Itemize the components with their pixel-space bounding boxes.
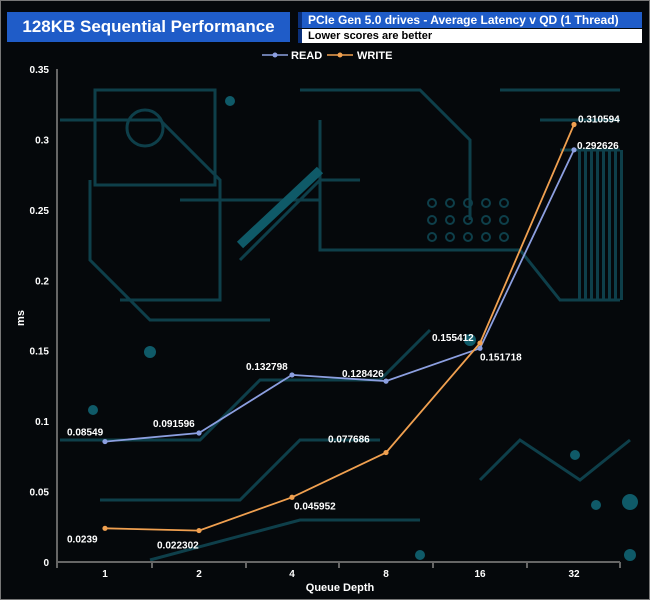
data-point-read [383, 378, 389, 384]
data-label-write: 0.077686 [328, 435, 370, 446]
circuit-trace [608, 150, 611, 300]
x-tick-labels: 1 2 4 8 16 32 [102, 569, 580, 580]
y-tick-label: 0.05 [30, 488, 50, 499]
circuit-trace [318, 120, 420, 252]
circuit-pad [225, 96, 235, 106]
data-label-read: 0.292626 [577, 141, 619, 152]
circuit-pad [481, 215, 491, 225]
circuit-pad [481, 198, 491, 208]
data-point-write [289, 494, 295, 500]
circuit-pad [445, 198, 455, 208]
circuit-pad [499, 232, 509, 242]
x-tick-label: 32 [568, 569, 580, 580]
circuit-pad [427, 198, 437, 208]
circuit-trace [93, 88, 217, 187]
circuit-pad [499, 198, 509, 208]
x-axis-title: Queue Depth [306, 582, 375, 594]
data-label-read: 0.132798 [246, 362, 288, 373]
circuit-trace [300, 88, 472, 220]
legend: READ WRITE [262, 50, 392, 62]
chart-note: Lower scores are better [298, 29, 642, 43]
legend-write-marker [337, 52, 343, 58]
y-tick-label: 0.2 [35, 276, 49, 287]
circuit-trace [584, 150, 587, 300]
data-point-read [196, 430, 202, 436]
data-point-write [196, 527, 202, 534]
data-label-write: 0.310594 [578, 115, 620, 126]
x-tick-label: 4 [289, 569, 295, 580]
series-line-read [104, 149, 575, 443]
chart-subtitle: PCIe Gen 5.0 drives - Average Latency v … [298, 12, 642, 28]
circuit-trace [478, 438, 631, 482]
data-point-write [571, 121, 577, 128]
circuit-pad [570, 450, 580, 460]
y-tick-label: 0 [43, 558, 49, 569]
circuit-trace [614, 150, 617, 300]
circuit-trace [60, 118, 222, 302]
chart-title: 128KB Sequential Performance [7, 12, 290, 42]
x-tick-label: 2 [196, 569, 202, 580]
legend-read-marker [272, 52, 278, 58]
circuit-pad [463, 232, 473, 242]
circuit-trace [60, 328, 432, 442]
chart-axes: ms Queue Depth [15, 69, 621, 594]
data-label-write: 0.022302 [157, 541, 199, 552]
circuit-pad [481, 232, 491, 242]
circuit-trace [602, 150, 605, 300]
circuit-pad [624, 549, 636, 561]
y-tick-label: 0.3 [35, 135, 49, 146]
data-label-read: 0.08549 [67, 428, 104, 439]
circuit-trace [100, 438, 380, 502]
data-point-read [571, 147, 577, 153]
circuit-pad [415, 550, 425, 560]
circuit-pad [427, 215, 437, 225]
latency-chart: ms Queue Depth 0 0.05 0.1 0.15 0.2 0.25 0.3 0.3… [15, 50, 638, 594]
y-tick-label: 0.35 [30, 65, 50, 76]
data-label-read: 0.128426 [342, 369, 384, 380]
y-tick-label: 0.1 [35, 417, 49, 428]
circuit-pad [445, 232, 455, 242]
circuit-trace [578, 150, 581, 300]
data-label-read: 0.091596 [153, 419, 195, 430]
data-point-write [477, 340, 483, 346]
data-label-write: 0.045952 [294, 501, 336, 512]
circuit-pad [445, 215, 455, 225]
circuit-trace [596, 150, 599, 300]
circuit-trace [236, 166, 324, 249]
circuit-pad [622, 494, 638, 510]
circuit-pad [499, 215, 509, 225]
circuit-trace [620, 150, 623, 300]
x-tick-label: 1 [102, 569, 108, 580]
circuit-background-decoration [60, 88, 638, 562]
circuit-pad [88, 405, 98, 415]
data-point-read [289, 372, 295, 378]
legend-write-label: WRITE [357, 50, 392, 62]
circuit-pad [125, 108, 165, 148]
circuit-pad [144, 346, 156, 358]
data-point-write [102, 525, 108, 531]
y-tick-label: 0.15 [30, 347, 50, 358]
y-tick-label: 0.25 [30, 206, 50, 217]
y-tick-labels: 0 0.05 0.1 0.15 0.2 0.25 0.3 0.35 [30, 65, 50, 569]
legend-read-label: READ [291, 50, 322, 62]
x-tick-label: 8 [383, 569, 389, 580]
data-label-write: 0.155412 [432, 333, 474, 344]
circuit-pad [591, 500, 601, 510]
circuit-trace [590, 150, 593, 300]
circuit-pad [427, 232, 437, 242]
data-point-read [102, 438, 108, 445]
data-label-write: 0.0239 [67, 534, 98, 545]
x-tick-label: 16 [474, 569, 486, 580]
y-axis-title: ms [15, 310, 27, 326]
data-label-read: 0.151718 [480, 352, 522, 363]
data-point-write [383, 449, 389, 456]
